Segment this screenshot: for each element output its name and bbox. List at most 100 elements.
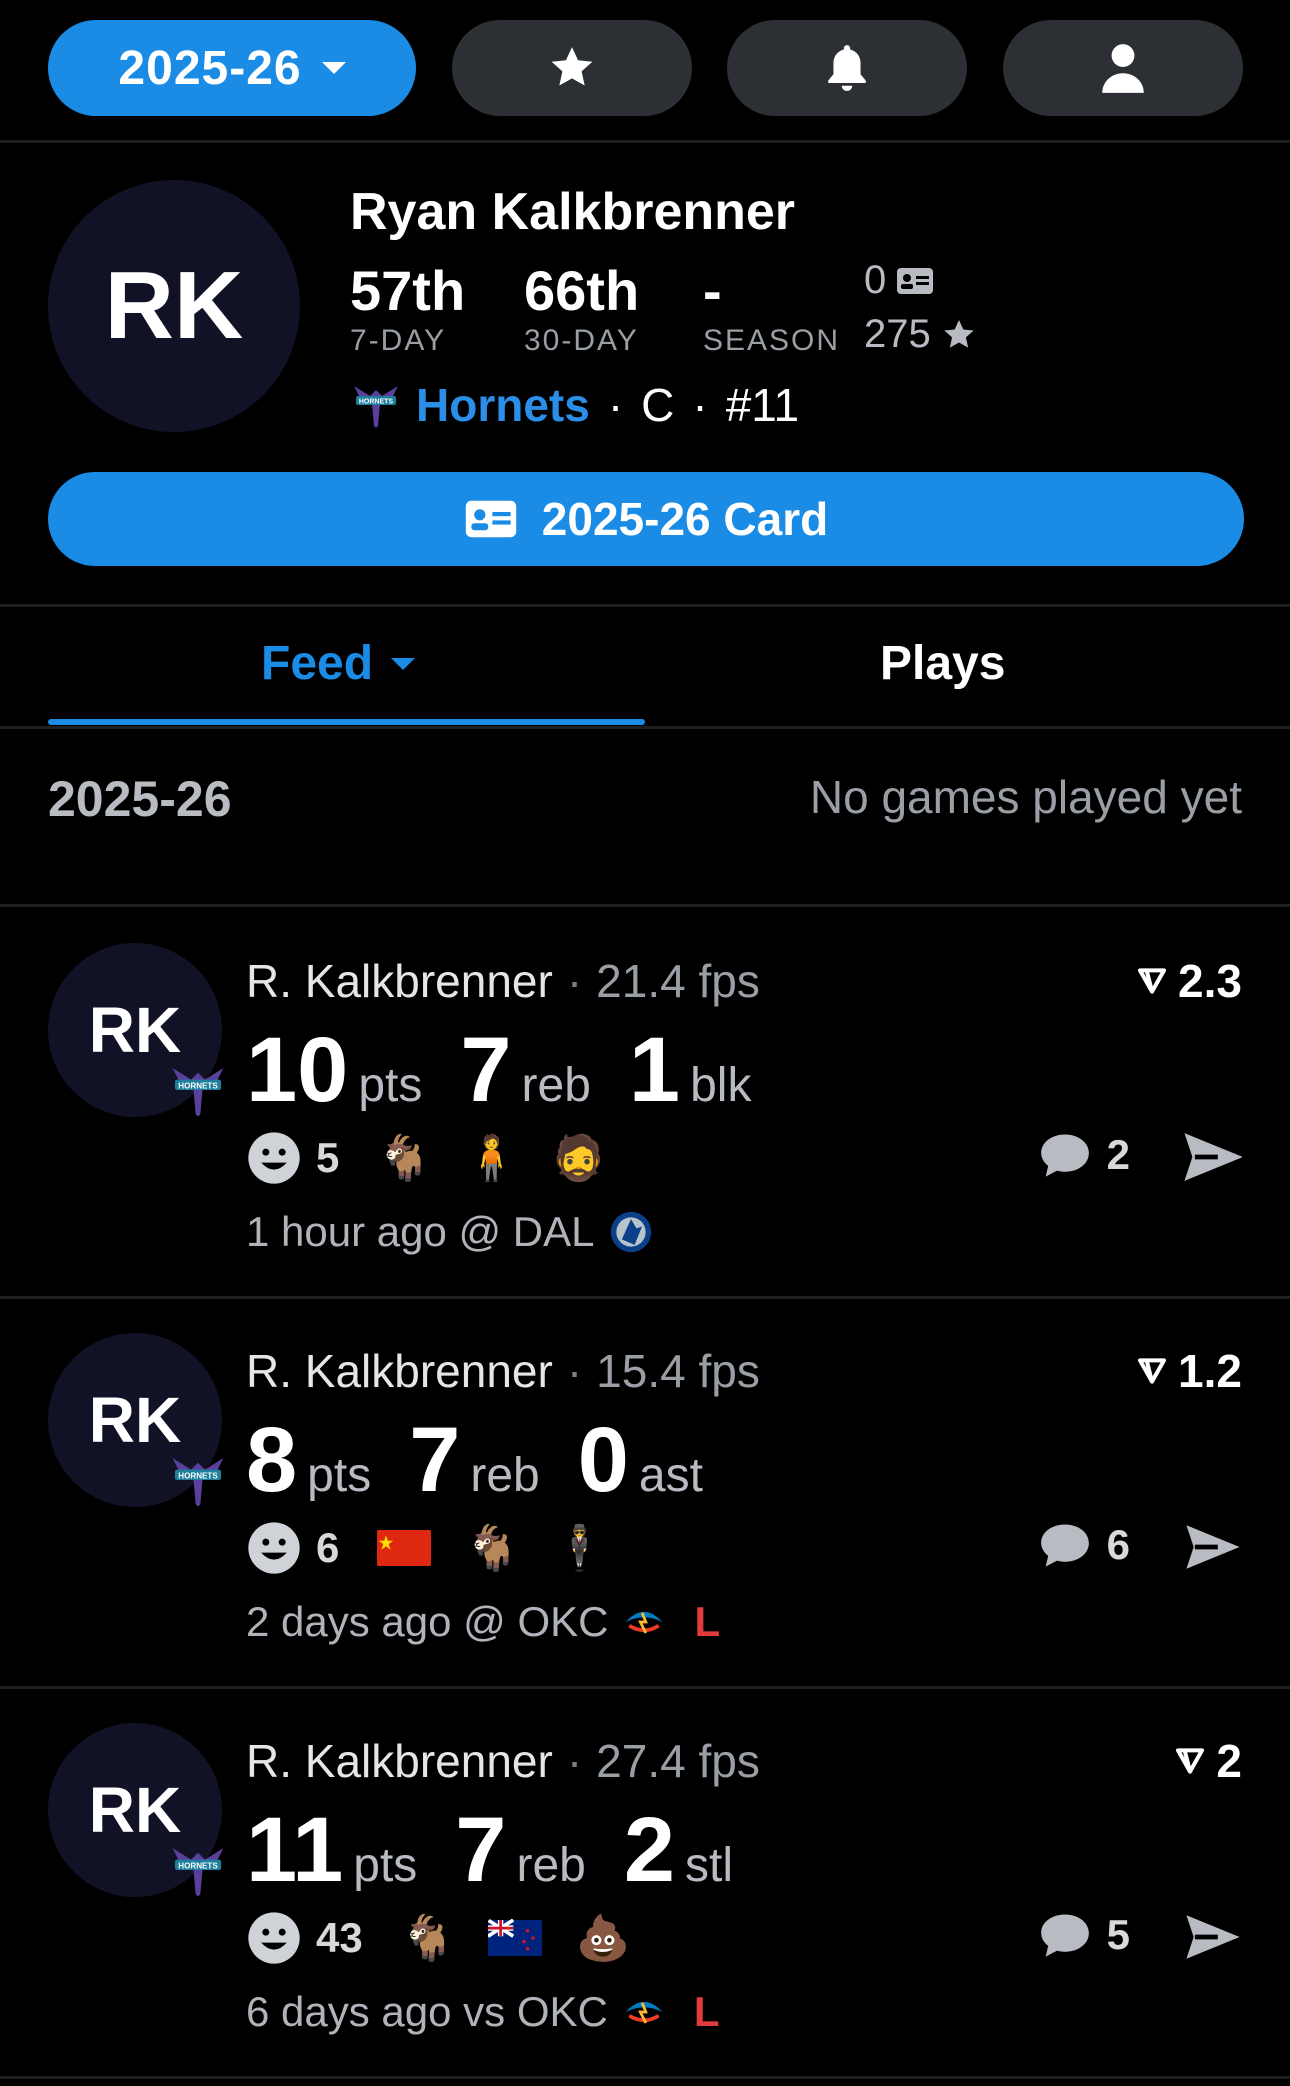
stat-value: 2 [623, 1799, 676, 1901]
stat-value: 0 [577, 1409, 629, 1511]
person-reaction-icon[interactable]: 🕴 [552, 1522, 607, 1574]
stat-unit: blk [690, 1059, 752, 1112]
comment-icon [1040, 1134, 1089, 1177]
feed-player-name: R. Kalkbrenner [246, 1735, 553, 1787]
hornets-logo-icon: HORNETS [172, 1068, 224, 1117]
share-icon[interactable] [1184, 1132, 1242, 1182]
feed-score: 2 [1174, 1734, 1242, 1788]
share-icon[interactable] [1184, 1522, 1242, 1572]
feed-score: 2.3 [1136, 954, 1242, 1008]
divider [0, 604, 1290, 607]
feed-item[interactable]: RK HORNETS R. Kalkbrenner · 27.4 fps 2 11 p… [0, 1688, 1290, 2076]
team-line: HORNETS Hornets · C · #11 [350, 378, 799, 432]
fantasy-score-icon [1138, 1358, 1167, 1384]
comments-button[interactable]: 6 [1037, 1520, 1130, 1570]
reaction-count: 6 [316, 1524, 340, 1571]
smiley-react-icon[interactable] [246, 1130, 302, 1186]
stat-value: 11 [246, 1799, 344, 1901]
thunder-logo-icon [626, 1611, 663, 1634]
stat-unit: pts [307, 1449, 372, 1502]
rank-7day-label: 7-DAY [350, 324, 447, 357]
separator: · [566, 1735, 583, 1787]
season-card-button[interactable]: 2025-26 Card [48, 472, 1244, 566]
divider [0, 140, 1290, 143]
stat-value: 1 [628, 1019, 681, 1121]
chevron-down-icon [321, 62, 346, 74]
profile-button[interactable] [1003, 20, 1243, 116]
feed-fps: 27.4 fps [596, 1735, 760, 1787]
notifications-button[interactable] [727, 20, 967, 116]
poop-reaction-icon[interactable]: 💩 [576, 1912, 631, 1964]
rank-season-label: SEASON [703, 324, 841, 357]
tab-feed[interactable]: Feed [261, 636, 416, 691]
smiley-react-icon[interactable] [246, 1520, 302, 1576]
player-name: Ryan Kalkbrenner [350, 183, 796, 241]
feed-reactions: 6 🐐 🕴 [246, 1520, 639, 1576]
comments-button[interactable]: 5 [1037, 1910, 1130, 1960]
favorites-button[interactable] [452, 20, 692, 116]
mavericks-logo-icon [610, 1211, 651, 1253]
feed-title: R. Kalkbrenner · 27.4 fps [246, 1734, 760, 1788]
feed-fps: 15.4 fps [596, 1345, 760, 1397]
feed-avatar-initials: RK [88, 1774, 182, 1846]
comment-count: 6 [1106, 1521, 1130, 1568]
cards-count: 0 [864, 258, 934, 303]
feed-item[interactable]: RK HORNETS R. Kalkbrenner · 21.4 fps 2.3 1… [0, 908, 1290, 1296]
rank-30day-value: 66th [524, 259, 640, 322]
player-position: C [641, 379, 675, 431]
stars-count: 275 [864, 312, 977, 357]
tab-plays-label: Plays [880, 637, 1006, 690]
stat-unit: pts [353, 1839, 418, 1892]
tab-plays[interactable]: Plays [880, 636, 1005, 691]
player-avatar: RK [48, 180, 300, 432]
thunder-logo-icon [625, 2001, 663, 2024]
svg-text:HORNETS: HORNETS [178, 1861, 218, 1870]
goat-reaction-icon[interactable]: 🐐 [465, 1522, 520, 1574]
rank-7day-value: 57th [350, 259, 466, 322]
feed-title: R. Kalkbrenner · 15.4 fps [246, 1344, 760, 1398]
team-separator: · [607, 379, 624, 431]
feed-stats: 11 pts 7 reb 2 stl [246, 1798, 771, 1903]
svg-text:HORNETS: HORNETS [359, 399, 394, 406]
share-icon[interactable] [1184, 1912, 1242, 1962]
new-zealand-flag-icon[interactable] [487, 1919, 542, 1957]
player-reaction-icon[interactable]: 🧍 [464, 1132, 519, 1184]
feed-stats: 10 pts 7 reb 1 blk [246, 1018, 789, 1123]
season-row-year: 2025-26 [48, 771, 232, 827]
team-separator: · [692, 379, 708, 431]
person-reaction-icon[interactable]: 🧔 [551, 1132, 606, 1184]
divider [0, 904, 1290, 907]
fantasy-score-icon [1176, 1748, 1205, 1774]
fantasy-score-icon [1138, 968, 1167, 994]
chevron-down-icon [391, 657, 416, 670]
feed-item[interactable]: RK HORNETS R. Kalkbrenner · 15.4 fps 1.2 8… [0, 1298, 1290, 1686]
china-flag-icon[interactable] [377, 1529, 432, 1567]
id-card-icon [465, 500, 516, 538]
feed-meta: 1 hour ago @ DAL [246, 1208, 653, 1256]
rank-30day-label: 30-DAY [524, 324, 639, 357]
stat-unit: pts [358, 1059, 423, 1112]
stat-unit: reb [470, 1449, 540, 1502]
season-selector-label: 2025-26 [118, 41, 302, 95]
goat-reaction-icon[interactable]: 🐐 [401, 1912, 456, 1964]
stat-value: 7 [455, 1799, 507, 1901]
feed-score-value: 1.2 [1178, 1345, 1242, 1397]
tab-active-indicator [48, 719, 645, 725]
comment-icon [1040, 1914, 1089, 1957]
team-link[interactable]: Hornets [416, 378, 590, 432]
feed-player-name: R. Kalkbrenner [246, 955, 553, 1007]
stat-unit: stl [685, 1839, 734, 1892]
separator: · [566, 955, 583, 1007]
reaction-count: 43 [316, 1914, 363, 1961]
feed-player-name: R. Kalkbrenner [246, 1345, 553, 1397]
goat-reaction-icon[interactable]: 🐐 [377, 1132, 432, 1184]
comment-icon [1040, 1524, 1089, 1567]
stars-count-value: 275 [864, 312, 931, 356]
season-selector[interactable]: 2025-26 [48, 20, 416, 116]
smiley-react-icon[interactable] [246, 1910, 302, 1966]
comments-button[interactable]: 2 [1037, 1130, 1130, 1180]
stat-value: 8 [246, 1409, 298, 1511]
feed-fps: 21.4 fps [596, 955, 760, 1007]
season-card-button-label: 2025-26 Card [541, 493, 829, 545]
reaction-count: 5 [316, 1134, 340, 1181]
